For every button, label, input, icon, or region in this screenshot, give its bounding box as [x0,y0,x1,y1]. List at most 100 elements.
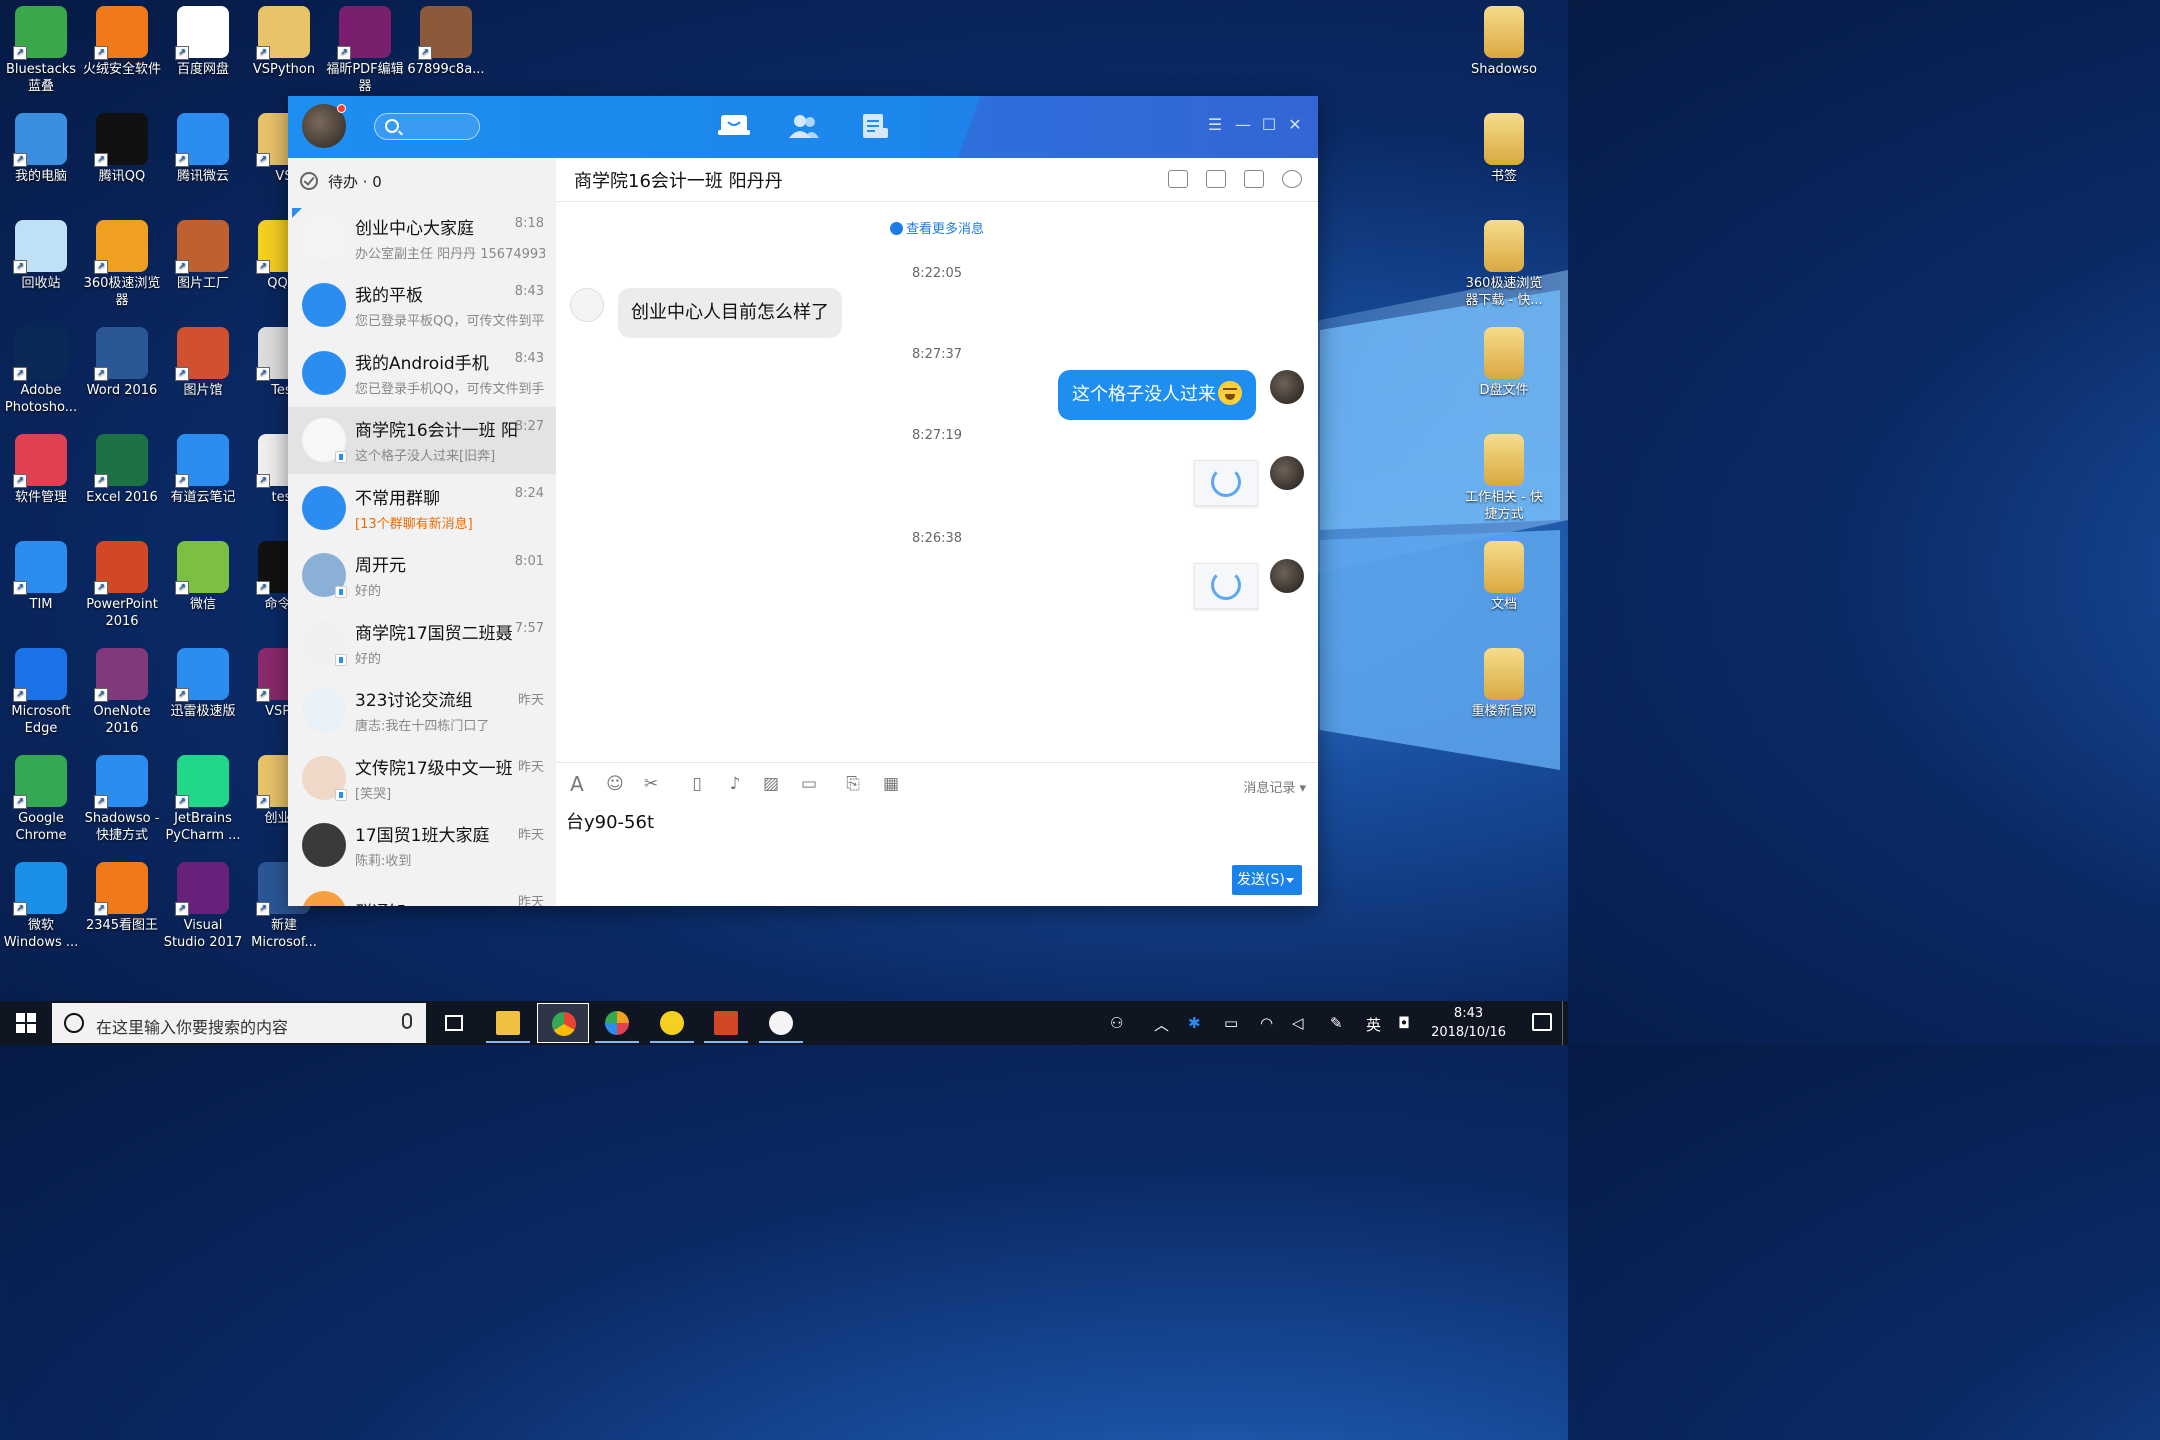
microphone-icon[interactable] [402,1013,412,1029]
voice-icon[interactable]: ♪ [726,775,744,793]
tab-qzone[interactable] [858,112,890,140]
desktop-icon[interactable]: ↗ 迅雷极速版 [162,642,244,720]
folder-icon[interactable]: ▭ [800,775,818,793]
message-bubble-incoming[interactable]: 创业中心人目前怎么样了 [618,288,842,338]
desktop-icon[interactable]: 书签 [1463,107,1545,185]
desktop-icon[interactable]: ↗ 百度网盘 [162,0,244,78]
my-avatar[interactable] [1270,370,1304,404]
maximize-button[interactable]: ☐ [1260,116,1278,134]
desktop-icon[interactable]: ↗ Adobe Photosho... [0,321,82,416]
task-view-button[interactable] [428,1003,480,1043]
close-button[interactable]: ✕ [1286,116,1304,134]
taskbar-qq[interactable] [755,1003,807,1043]
conversation-item[interactable]: 周开元 好的 8:01 [288,542,556,610]
chevron-down-icon[interactable] [1286,878,1294,883]
desktop-icon[interactable]: 360极速浏览器下载 - 快... [1463,214,1545,309]
desktop-icon[interactable]: ↗ Google Chrome [0,749,82,844]
taskbar-360-browser[interactable] [591,1003,643,1043]
desktop-icon[interactable]: ↗ 2345看图王 [81,856,163,934]
conversation-item[interactable]: 创业中心大家庭 办公室副主任 阳丹丹 15674993 8:18 [288,204,556,272]
search-input[interactable] [374,113,480,140]
desktop-icon[interactable]: ↗ TIM [0,535,82,613]
conversation-item[interactable]: 323讨论交流组 唐志:我在十四栋门口了 昨天 [288,677,556,745]
red-packet-icon[interactable]: ⎘ [844,775,862,793]
view-more-messages[interactable]: 查看更多消息 [556,218,1318,237]
desktop-icon[interactable]: ↗ 有道云笔记 [162,428,244,506]
conversation-item[interactable]: 群通知昨天 [288,879,556,906]
ime-indicator[interactable]: 英 [1366,1014,1381,1035]
taskbar-qq-music[interactable] [646,1003,698,1043]
desktop-icon[interactable]: ↗ PowerPoint 2016 [81,535,163,630]
desktop-icon[interactable]: ↗ Bluestacks蓝叠 [0,0,82,95]
desktop-icon[interactable]: ↗ 67899c8a... [405,0,487,78]
minimize-button[interactable]: — [1234,116,1252,134]
taskbar-chrome[interactable] [537,1003,589,1043]
sender-avatar[interactable] [570,288,604,322]
menu-icon[interactable]: ☰ [1206,116,1224,134]
volume-icon[interactable]: ◁ [1292,1014,1304,1032]
phone-call-icon[interactable] [1206,170,1226,188]
message-input[interactable]: 台y90-56t [566,808,654,834]
conversation-item[interactable]: 我的Android手机 您已登录手机QQ，可传文件到手 8:43 [288,339,556,407]
share-screen-icon[interactable] [1168,170,1188,188]
conversation-item[interactable]: 商学院16会计一班 阳这个格子没人过来[旧奔] 8:27 [288,406,556,474]
message-history-button[interactable]: 消息记录 ▾ [1243,777,1306,796]
desktop-icon[interactable]: ↗ 火绒安全软件 [81,0,163,78]
add-member-icon[interactable] [1244,170,1264,188]
wifi-icon[interactable]: ◠ [1260,1014,1273,1032]
show-desktop-button[interactable] [1562,1001,1568,1045]
desktop-icon[interactable]: 重楼新官网 [1463,642,1545,720]
conversation-item[interactable]: 17国贸1班大家庭 陈莉:收到 昨天 [288,812,556,880]
taskbar-search[interactable]: 在这里输入你要搜索的内容 [52,1003,426,1043]
desktop-icon[interactable]: ↗ Shadowso - 快捷方式 [81,749,163,844]
tab-contacts[interactable] [788,112,820,140]
desktop-icon[interactable]: ↗ Excel 2016 [81,428,163,506]
desktop-icon[interactable]: ↗ 微信 [162,535,244,613]
desktop-icon[interactable]: ↗ Visual Studio 2017 [162,856,244,951]
desktop-icon[interactable]: ↗ VSPython [243,0,325,78]
settings-icon[interactable] [1282,170,1302,188]
taskbar-powerpoint[interactable] [700,1003,752,1043]
desktop-icon[interactable]: ↗ 微软 Windows ... [0,856,82,951]
conversation-item[interactable]: 商学院17国贸二班聂 好的 7:57 [288,609,556,677]
tim-tray-icon[interactable]: ✱ [1188,1014,1201,1032]
message-bubble-outgoing[interactable]: 这个格子没人过来 [1058,370,1256,420]
desktop-icon[interactable]: 文档 [1463,535,1545,613]
desktop-icon[interactable]: ↗ Microsoft Edge [0,642,82,737]
desktop-icon[interactable]: ↗ 360极速浏览器 [81,214,163,309]
desktop-icon[interactable]: ↗ Word 2016 [81,321,163,399]
desktop-icon[interactable]: ↗ 回收站 [0,214,82,292]
qq-tray-icon[interactable]: ◘ [1398,1014,1410,1032]
people-icon[interactable]: ⚇ [1110,1014,1123,1032]
my-avatar[interactable] [1270,456,1304,490]
conversation-item[interactable]: 我的平板 您已登录平板QQ，可传文件到平 8:43 [288,272,556,340]
my-avatar[interactable] [1270,559,1304,593]
send-button[interactable]: 发送(S) [1232,865,1302,895]
emoji-icon[interactable]: ☺ [606,775,624,793]
desktop-icon[interactable]: ↗ 腾讯微云 [162,107,244,185]
desktop-icon[interactable]: ↗ 我的电脑 [0,107,82,185]
desktop-icon[interactable]: ↗ 腾讯QQ [81,107,163,185]
image-loading[interactable] [1194,563,1258,609]
desktop-icon[interactable]: ↗ 图片馆 [162,321,244,399]
desktop-icon[interactable]: ↗ 图片工厂 [162,214,244,292]
battery-icon[interactable]: ▭ [1224,1014,1238,1032]
calendar-icon[interactable]: ▦ [882,775,900,793]
pen-icon[interactable]: ✎ [1330,1014,1343,1032]
taskbar-file-explorer[interactable] [482,1003,534,1043]
desktop-icon[interactable]: ↗ 福昕PDF编辑器 [324,0,406,95]
image-loading[interactable] [1194,460,1258,506]
conversation-item[interactable]: 不常用群聊 [13个群聊有新消息] 8:24 [288,474,556,542]
desktop-icon[interactable]: Shadowso [1463,0,1545,78]
screenshot-scissors-icon[interactable]: ✂ [642,775,660,793]
desktop-icon[interactable]: ↗ JetBrains PyCharm ... [162,749,244,844]
desktop-icon[interactable]: ↗ 软件管理 [0,428,82,506]
tab-messages[interactable] [718,112,750,140]
todo-bar[interactable]: 待办 · 0 [288,158,556,204]
clock[interactable]: 8:43 2018/10/16 [1431,1004,1506,1042]
image-icon[interactable]: ▨ [762,775,780,793]
action-center-icon[interactable] [1532,1013,1552,1031]
desktop-icon[interactable]: D盘文件 [1463,321,1545,399]
desktop-icon[interactable]: ↗ OneNote 2016 [81,642,163,737]
user-avatar[interactable] [302,104,346,148]
